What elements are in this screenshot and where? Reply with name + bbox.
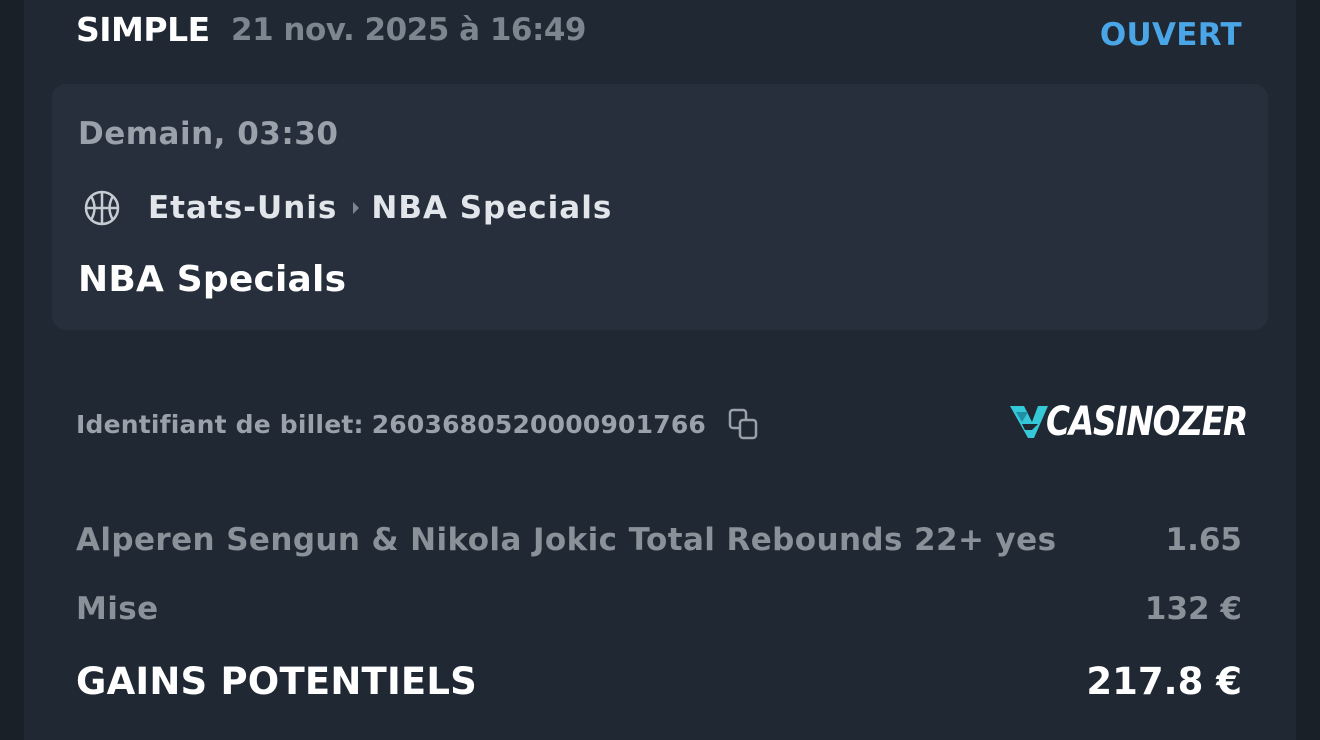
- bet-slip-panel: SIMPLE 21 nov. 2025 à 16:49 OUVERT Demai…: [24, 0, 1296, 740]
- brand-name: CASINOZER: [1046, 399, 1248, 445]
- ticket-id-label: Identifiant de billet:: [76, 409, 364, 439]
- copy-icon[interactable]: [726, 406, 762, 442]
- breadcrumb: Etats-Unis NBA Specials: [82, 186, 612, 230]
- selection-name: Alperen Sengun & Nikola Jokic Total Rebo…: [76, 522, 1057, 558]
- ticket-id-value: 2603680520000901766: [371, 409, 707, 439]
- bet-type-label: SIMPLE: [76, 10, 210, 49]
- ticket-id-row: Identifiant de billet: 26036805200009017…: [76, 402, 762, 446]
- potential-gains-value: 217.8 €: [1086, 660, 1242, 703]
- breadcrumb-country: Etats-Unis: [148, 190, 338, 226]
- basketball-icon: [82, 188, 122, 228]
- potential-gains-label: GAINS POTENTIELS: [76, 660, 478, 703]
- stake-value: 132 €: [1144, 591, 1242, 627]
- selection-odds: 1.65: [1165, 522, 1243, 558]
- stake-label: Mise: [76, 591, 159, 627]
- event-card[interactable]: Demain, 03:30 Etats-Unis NBA Specials NB…: [52, 84, 1268, 330]
- event-title: NBA Specials: [78, 259, 347, 300]
- brand-logo: CASINOZER: [1008, 396, 1248, 448]
- chevron-right-icon: [351, 200, 361, 216]
- bet-status-badge: OUVERT: [1099, 17, 1242, 53]
- brand-logo-mark-icon: [1008, 400, 1050, 444]
- event-time: Demain, 03:30: [78, 116, 339, 152]
- bet-datetime: 21 nov. 2025 à 16:49: [231, 12, 587, 48]
- breadcrumb-league: NBA Specials: [371, 190, 613, 226]
